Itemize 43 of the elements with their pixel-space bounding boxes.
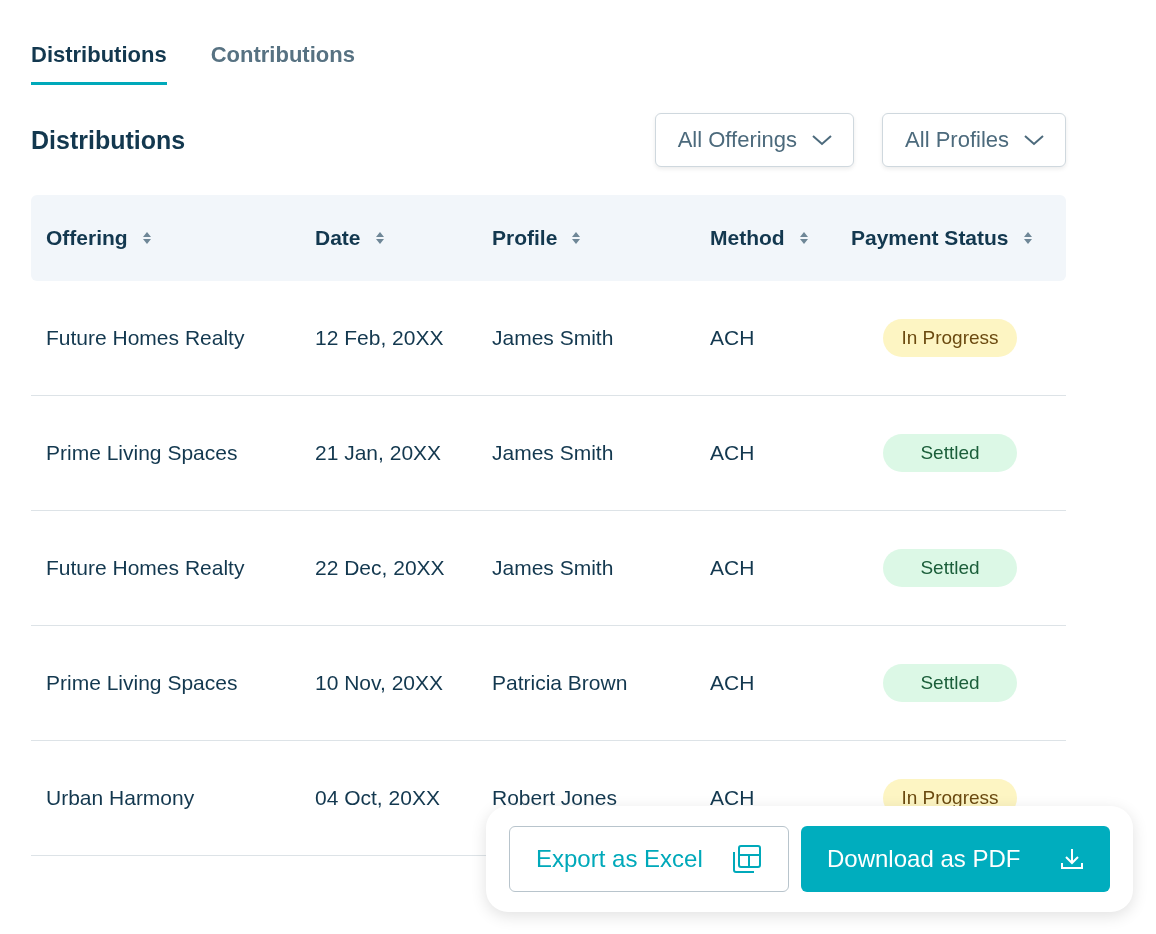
filter-dropdown[interactable]: All Profiles: [882, 113, 1066, 167]
sort-icon[interactable]: [571, 231, 582, 245]
table-cell-text: Future Homes Realty: [46, 326, 246, 350]
table-cell-text: Prime Living Spaces: [46, 441, 239, 465]
column-header[interactable]: Offering: [46, 226, 128, 250]
filter-dropdown[interactable]: All Offerings: [654, 113, 855, 167]
sort-icon[interactable]: [798, 231, 809, 245]
sort-icon[interactable]: [374, 231, 385, 245]
chevron-down-icon: [811, 134, 834, 146]
table-cell-text: ACH: [710, 786, 756, 810]
table-cell-text: James Smith: [492, 326, 615, 350]
column-header[interactable]: Payment Status: [851, 226, 1009, 250]
tab[interactable]: Distributions: [31, 32, 167, 85]
table-cell-text: ACH: [710, 326, 756, 350]
table-icon: [732, 844, 762, 874]
table-cell-text: 10 Nov, 20XX: [315, 671, 445, 695]
table-cell-text: James Smith: [492, 441, 615, 465]
table-cell-text: 21 Jan, 20XX: [315, 441, 443, 465]
table-cell-text: Robert Jones: [492, 786, 618, 810]
sort-icon[interactable]: [141, 231, 152, 245]
table-cell-text: Patricia Brown: [492, 671, 629, 695]
status-badge: Settled: [883, 549, 1017, 587]
table-cell-text: ACH: [710, 441, 756, 465]
table-cell-text: Future Homes Realty: [46, 556, 246, 580]
status-badge: Settled: [883, 434, 1017, 472]
column-header[interactable]: Date: [315, 226, 361, 250]
table-cell-text: ACH: [710, 671, 756, 695]
table-cell-text: Urban Harmony: [46, 786, 196, 810]
status-badge: Settled: [883, 664, 1017, 702]
status-badge: In Progress: [883, 319, 1017, 357]
tab[interactable]: Contributions: [210, 32, 355, 85]
sort-icon[interactable]: [1022, 231, 1033, 245]
table-cell-text: Prime Living Spaces: [46, 671, 239, 695]
table-cell-text: James Smith: [492, 556, 615, 580]
chevron-down-icon: [1023, 134, 1045, 146]
column-header[interactable]: Method: [710, 226, 785, 250]
table-cell-text: 12 Feb, 20XX: [315, 326, 445, 350]
section-title: Distributions: [31, 125, 186, 155]
table-cell-text: 22 Dec, 20XX: [315, 556, 446, 580]
download-icon: [1060, 847, 1084, 871]
table-cell-text: ACH: [710, 556, 756, 580]
column-header[interactable]: Profile: [492, 226, 558, 250]
table-cell-text: 04 Oct, 20XX: [315, 786, 441, 810]
